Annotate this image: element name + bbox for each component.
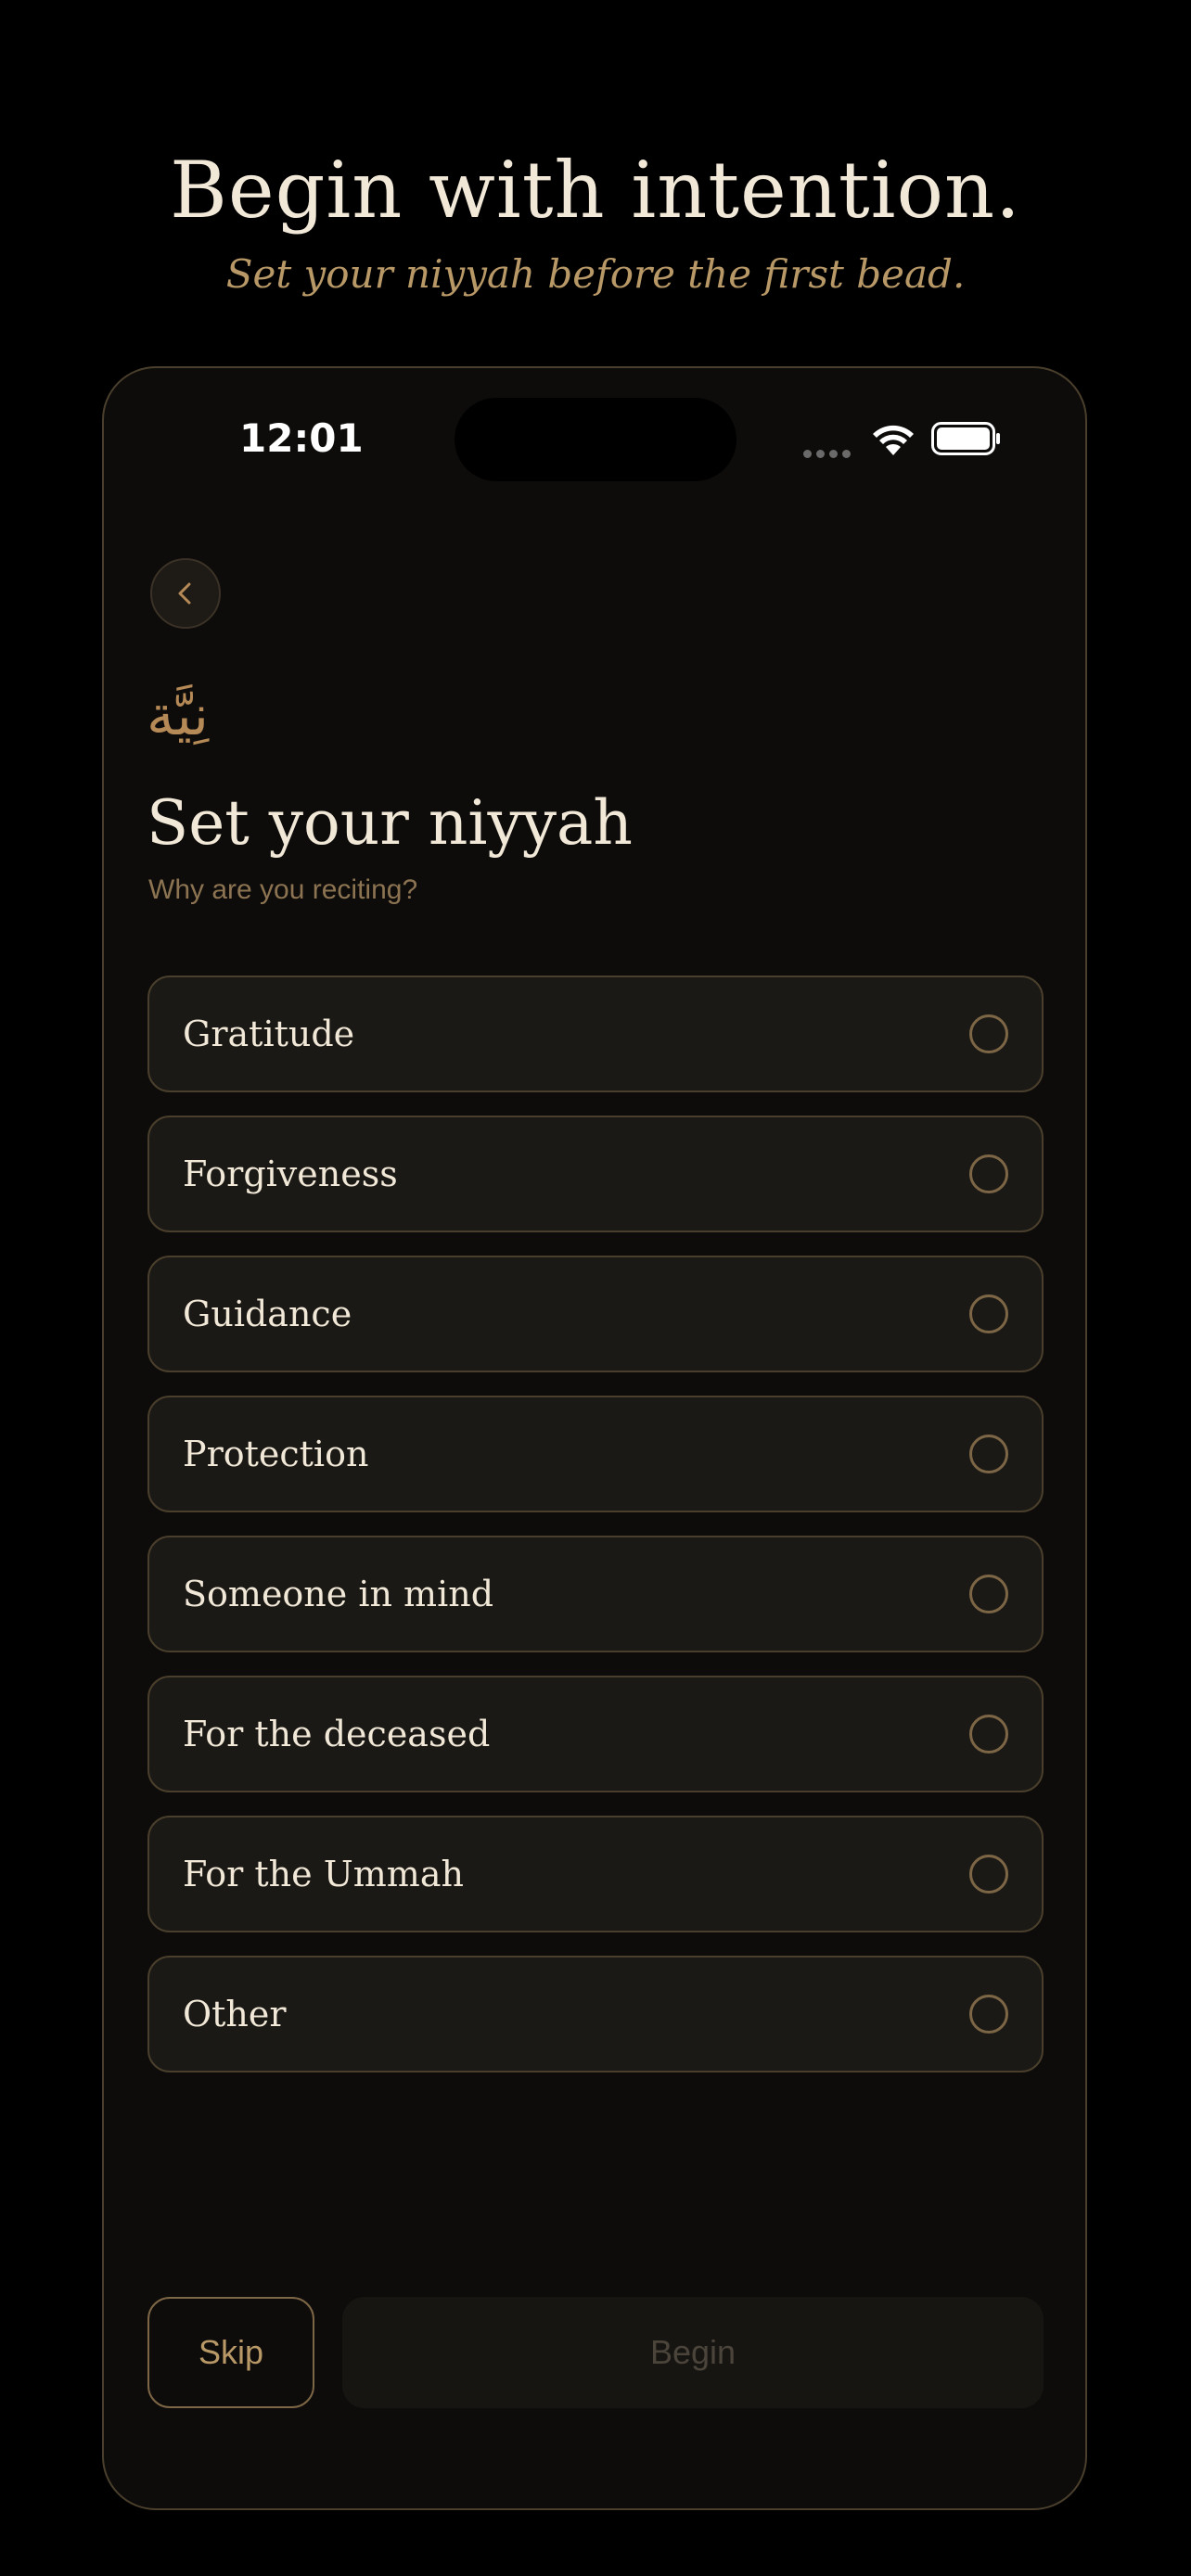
- option-label: Gratitude: [183, 1014, 355, 1054]
- intention-options-list: Gratitude Forgiveness Guidance Protectio…: [147, 976, 1044, 2096]
- radio-circle-icon[interactable]: [969, 1435, 1008, 1473]
- option-other[interactable]: Other: [147, 1956, 1044, 2072]
- status-time: 12:01: [239, 415, 364, 461]
- page-title: Set your niyyah: [147, 787, 633, 859]
- chevron-left-icon: [178, 582, 191, 605]
- option-for-the-deceased[interactable]: For the deceased: [147, 1676, 1044, 1792]
- option-forgiveness[interactable]: Forgiveness: [147, 1116, 1044, 1232]
- option-label: Other: [183, 1994, 287, 2034]
- option-gratitude[interactable]: Gratitude: [147, 976, 1044, 1092]
- page-subtitle: Why are you reciting?: [148, 874, 418, 905]
- option-guidance[interactable]: Guidance: [147, 1256, 1044, 1372]
- radio-circle-icon[interactable]: [969, 1855, 1008, 1894]
- option-label: Someone in mind: [183, 1574, 494, 1614]
- option-for-the-ummah[interactable]: For the Ummah: [147, 1816, 1044, 1932]
- radio-circle-icon[interactable]: [969, 1294, 1008, 1333]
- radio-circle-icon[interactable]: [969, 1014, 1008, 1053]
- promo-headline: Begin with intention.: [170, 145, 1021, 236]
- option-someone-in-mind[interactable]: Someone in mind: [147, 1536, 1044, 1652]
- option-label: Forgiveness: [183, 1154, 398, 1194]
- radio-circle-icon[interactable]: [969, 1715, 1008, 1753]
- promo-subheadline: Set your niyyah before the first bead.: [225, 251, 966, 297]
- cellular-signal-icon: [803, 446, 855, 458]
- radio-circle-icon[interactable]: [969, 1995, 1008, 2034]
- phone-frame: 12:01 نِيَّة Set your niyyah Why are you…: [102, 366, 1087, 2510]
- dynamic-island: [455, 398, 736, 481]
- battery-icon: [931, 422, 1000, 455]
- option-label: For the Ummah: [183, 1854, 464, 1894]
- radio-circle-icon[interactable]: [969, 1154, 1008, 1193]
- radio-circle-icon[interactable]: [969, 1575, 1008, 1613]
- skip-button[interactable]: Skip: [147, 2297, 314, 2408]
- wifi-icon: [873, 425, 914, 455]
- option-label: For the deceased: [183, 1714, 491, 1754]
- option-label: Guidance: [183, 1294, 352, 1334]
- option-protection[interactable]: Protection: [147, 1396, 1044, 1512]
- option-label: Protection: [183, 1434, 369, 1474]
- arabic-title: نِيَّة: [147, 683, 209, 748]
- begin-button[interactable]: Begin: [342, 2297, 1044, 2408]
- back-button[interactable]: [150, 558, 221, 629]
